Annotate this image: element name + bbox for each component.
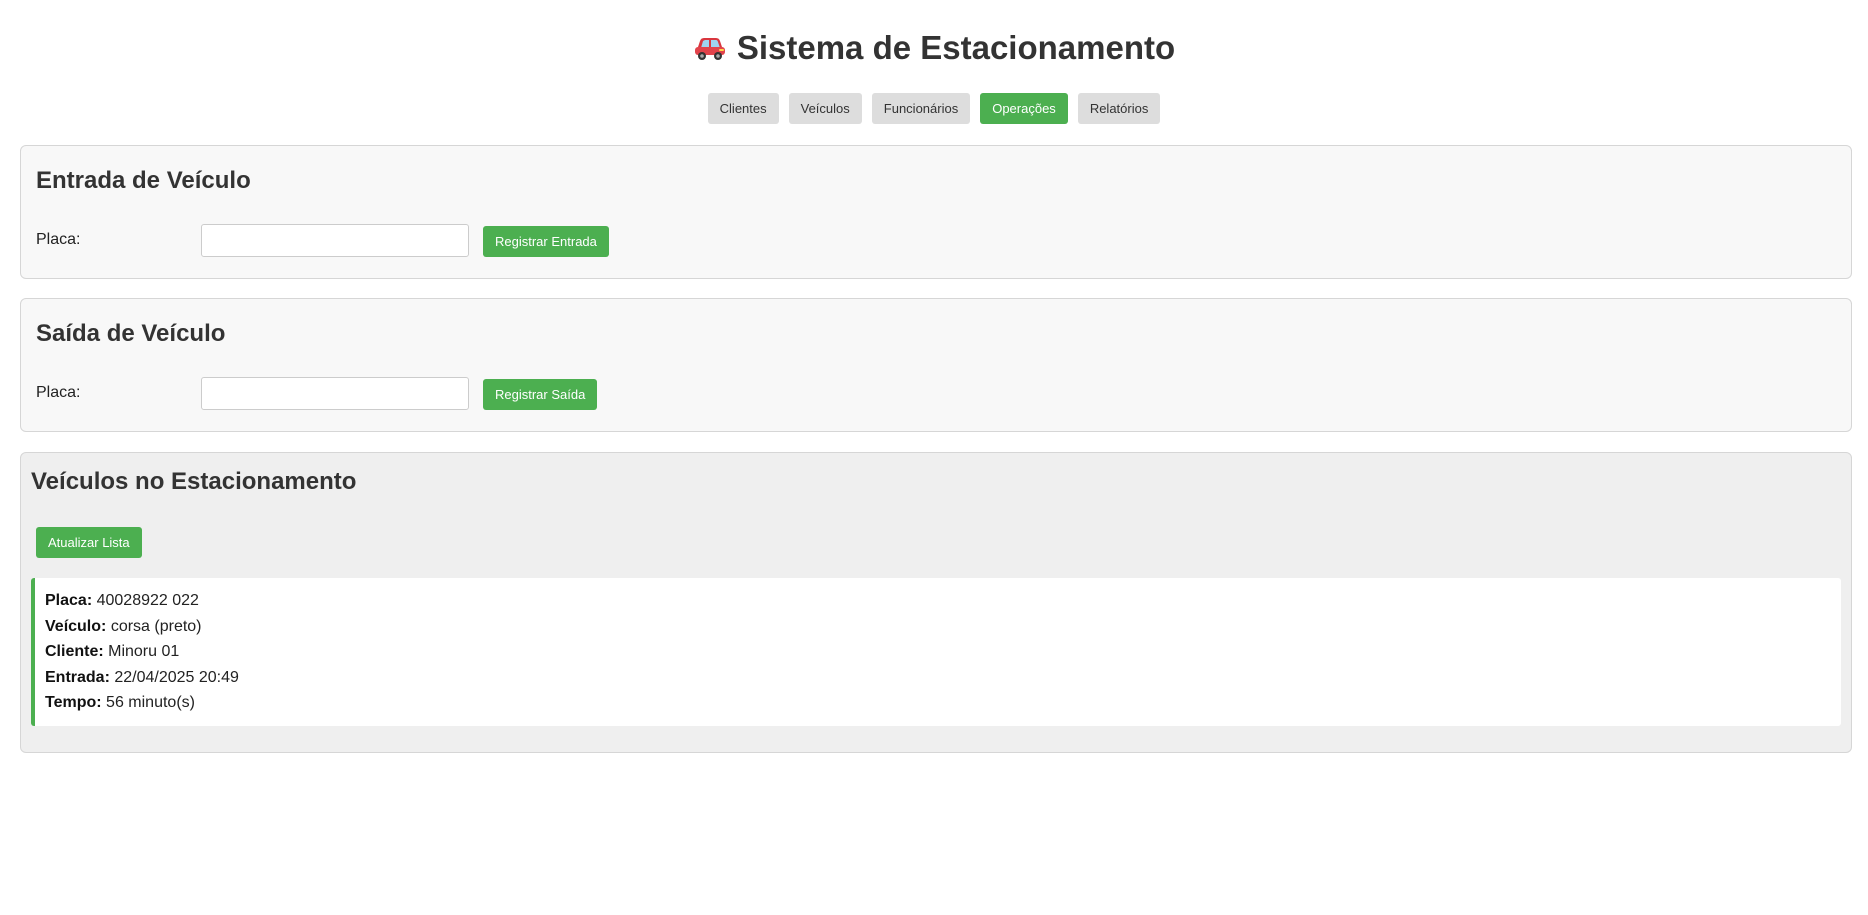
vehicle-entrada-label: Entrada: [45,668,110,686]
entrada-title: Entrada de Veículo [36,167,251,194]
vehicle-tempo-value: 56 minuto(s) [106,694,195,712]
saida-placa-input[interactable] [201,377,469,410]
saida-panel: Saída de Veículo Placa: Registrar Saída [20,298,1852,432]
vehicle-entrada-row: Entrada: 22/04/2025 20:49 [45,665,1831,691]
nav-relatorios-button[interactable]: Relatórios [1077,93,1161,124]
entrada-placa-input[interactable] [201,224,469,257]
vehicle-veiculo-row: Veículo: corsa (preto) [45,614,1831,640]
veiculos-title: Veículos no Estacionamento [31,468,357,495]
vehicle-placa-row: Placa: 40028922 022 [45,588,1831,614]
page-title: Sistema de Estacionamento [20,0,1848,68]
vehicle-tempo-row: Tempo: 56 minuto(s) [45,690,1831,716]
vehicle-veiculo-value: corsa (preto) [110,617,202,635]
vehicle-cliente-value: Minoru 01 [108,643,180,661]
main-nav: Clientes Veículos Funcionários Operações… [20,93,1848,124]
page: Sistema de Estacionamento Clientes Veícu… [0,0,1868,915]
vehicle-entrada-value: 22/04/2025 20:49 [114,668,239,686]
vehicle-tempo-label: Tempo: [45,694,102,712]
nav-clientes-button[interactable]: Clientes [707,93,779,124]
registrar-entrada-button[interactable]: Registrar Entrada [483,226,609,257]
saida-title: Saída de Veículo [36,320,226,347]
nav-funcionarios-button[interactable]: Funcionários [871,93,971,124]
vehicle-cliente-label: Cliente: [45,643,104,661]
vehicle-veiculo-label: Veículo: [45,617,107,635]
vehicle-card: Placa: 40028922 022 Veículo: corsa (pret… [31,578,1841,726]
vehicle-placa-label: Placa: [45,592,93,609]
vehicle-cliente-row: Cliente: Minoru 01 [45,639,1831,665]
page-title-text: Sistema de Estacionamento [736,29,1176,66]
nav-operacoes-button[interactable]: Operações [980,93,1068,124]
entrada-placa-label: Placa: [36,231,81,248]
veiculos-panel: Veículos no Estacionamento Atualizar Lis… [20,452,1852,753]
nav-veiculos-button[interactable]: Veículos [788,93,862,124]
atualizar-lista-button[interactable]: Atualizar Lista [36,527,142,558]
saida-placa-label: Placa: [36,384,81,401]
entrada-panel: Entrada de Veículo Placa: Registrar Entr… [20,145,1852,279]
car-icon [693,30,727,60]
vehicle-placa-value: 40028922 022 [96,592,199,609]
registrar-saida-button[interactable]: Registrar Saída [483,379,598,410]
